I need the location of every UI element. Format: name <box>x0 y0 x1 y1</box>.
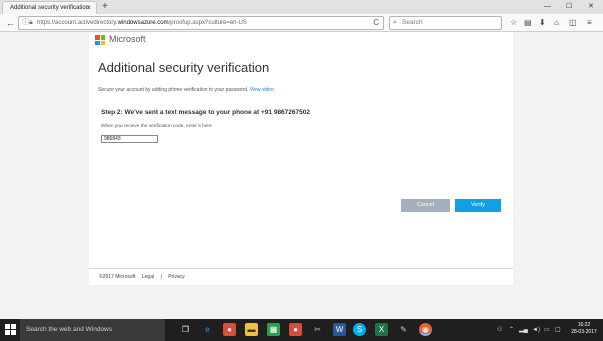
cancel-button[interactable]: Cancel <box>401 199 450 212</box>
word-icon[interactable]: W <box>333 323 346 336</box>
taskbar-search-input[interactable]: Search the web and Windows <box>20 319 165 341</box>
chrome-icon[interactable]: ● <box>223 323 236 336</box>
spreadsheet-icon[interactable]: ▦ <box>267 323 280 336</box>
tab-title: Additional security verification <box>10 5 90 11</box>
notifications-icon[interactable]: ▢ <box>555 319 561 341</box>
home-icon[interactable]: ⌂ <box>554 17 559 29</box>
task-view-icon[interactable]: ❐ <box>179 323 192 336</box>
clock-time: 16:22 <box>577 322 591 328</box>
legal-link[interactable]: Legal <box>142 274 154 280</box>
footer-separator: | <box>160 274 162 280</box>
file-explorer-icon[interactable]: ▬ <box>245 323 258 336</box>
url-bar[interactable]: ⓘ 🔒︎ https://account.activedirectory.win… <box>18 16 384 30</box>
privacy-link[interactable]: Privacy <box>168 274 184 280</box>
reading-list-icon[interactable]: ▤ <box>524 17 532 29</box>
step-heading: Step 2: We've sent a text message to you… <box>101 109 310 116</box>
code-hint: When you receive the verification code, … <box>101 124 212 129</box>
microsoft-logo <box>95 35 105 45</box>
pocket-icon[interactable]: ◫ <box>569 17 577 29</box>
view-video-link[interactable]: View video <box>250 87 274 93</box>
browser-tab[interactable]: Additional security verification × <box>2 1 97 14</box>
bookmark-star-icon[interactable]: ☆ <box>510 17 517 29</box>
menu-icon[interactable]: ≡ <box>587 17 592 29</box>
subtitle-text: Secure your account by adding phone veri… <box>98 87 249 93</box>
windows-start-icon[interactable] <box>5 324 16 335</box>
footer: ©2017 Microsoft Legal | Privacy <box>99 274 190 281</box>
browser-search-placeholder: Search <box>402 19 423 26</box>
url-prefix: https://account.activedirectory. <box>37 20 118 26</box>
tray-up-icon[interactable]: ⌃ <box>509 319 514 341</box>
network-icon[interactable]: ▂▄ <box>519 319 528 341</box>
edge-icon[interactable]: e <box>201 323 214 336</box>
url-host: windowsazure.com <box>117 20 169 26</box>
url-path: /proofup.aspx?culture=en-US <box>168 20 247 26</box>
browser-tab-strip: Additional security verification × + — ☐… <box>0 0 603 14</box>
tools-icon[interactable]: ✂ <box>311 323 324 336</box>
chrome-app-icon[interactable]: ● <box>289 323 302 336</box>
info-icon[interactable]: ⓘ <box>22 17 29 29</box>
maximize-icon[interactable]: ☐ <box>566 0 572 13</box>
reload-icon[interactable]: C <box>373 17 379 29</box>
page-viewport: Microsoft Additional security verificati… <box>0 32 603 319</box>
new-tab-button[interactable]: + <box>102 0 108 13</box>
lock-icon: 🔒︎ <box>29 19 33 26</box>
battery-icon[interactable]: ▭ <box>544 319 550 341</box>
windows-taskbar: Search the web and Windows ❐ e ● ▬ ▦ ● ✂… <box>0 319 603 341</box>
browser-search-input[interactable]: ⌕ Search <box>389 16 502 30</box>
firefox-icon[interactable]: ◉ <box>419 323 432 336</box>
brand-name: Microsoft <box>109 34 146 44</box>
page-title: Additional security verification <box>98 60 270 75</box>
close-window-icon[interactable]: ✕ <box>588 0 594 13</box>
search-icon: ⌕ <box>393 19 397 26</box>
notepad-icon[interactable]: ✎ <box>397 323 410 336</box>
page-subtitle: Secure your account by adding phone veri… <box>98 87 274 94</box>
minimize-icon[interactable]: — <box>544 0 551 13</box>
people-icon[interactable]: ⚇ <box>497 319 502 341</box>
system-clock[interactable]: 16:22 28-03-2017 <box>568 322 600 336</box>
excel-icon[interactable]: X <box>375 323 388 336</box>
verify-button[interactable]: Verify <box>455 199 501 212</box>
volume-icon[interactable]: ◄) <box>532 319 540 341</box>
browser-toolbar: ← ⓘ 🔒︎ https://account.activedirectory.w… <box>0 14 603 32</box>
back-icon[interactable]: ← <box>6 16 15 30</box>
footer-divider <box>89 268 513 269</box>
tab-close-icon[interactable]: × <box>86 2 91 14</box>
clock-date: 28-03-2017 <box>571 329 597 335</box>
copyright-text: ©2017 Microsoft <box>99 274 136 280</box>
download-icon[interactable]: ⬇ <box>539 17 546 29</box>
verification-code-input[interactable] <box>101 135 158 143</box>
verification-card: Microsoft Additional security verificati… <box>89 32 513 285</box>
skype-icon[interactable]: S <box>353 323 366 336</box>
